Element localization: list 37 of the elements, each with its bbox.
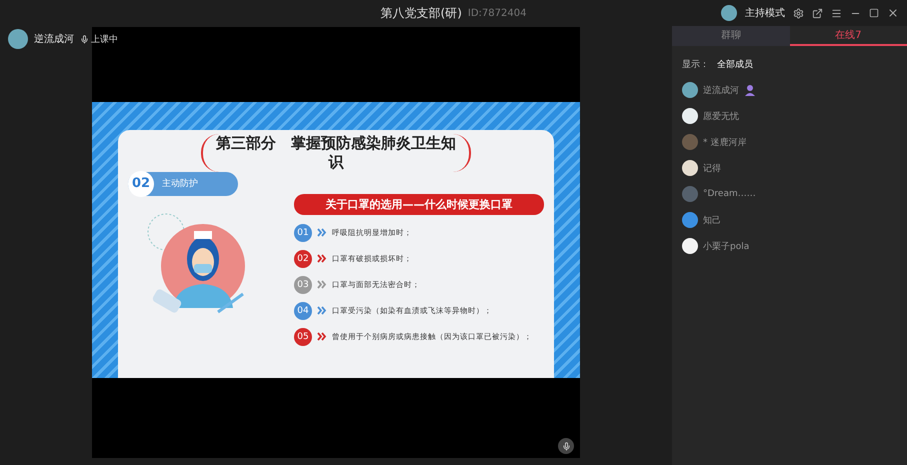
member-name[interactable]: * 迷鹿河岸 — [703, 136, 746, 148]
section-label: 主动防护 — [162, 178, 198, 190]
member-name[interactable]: 知己 — [703, 214, 721, 226]
window-title: 第八党支部(研) — [380, 4, 462, 22]
filter-label: 显示： — [682, 58, 709, 71]
slide-banner: 关于口罩的选用——什么时候更换口罩 — [294, 194, 544, 214]
presenter-avatar — [8, 29, 28, 49]
member-name[interactable]: 小栗子pola — [703, 240, 750, 252]
item-number: 02 — [294, 250, 312, 268]
external-link-icon[interactable] — [812, 8, 823, 18]
presenter-name: 逆流成河 — [34, 32, 74, 46]
room-id: ID:7872404 — [468, 8, 526, 18]
close-icon[interactable] — [887, 7, 899, 19]
member-name[interactable]: 逆流成河 — [703, 84, 739, 96]
item-number: 01 — [294, 224, 312, 242]
settings-icon[interactable] — [793, 8, 804, 18]
status-label: 上课中 — [91, 34, 118, 46]
double-chevron-icon — [317, 306, 327, 315]
item-number: 04 — [294, 302, 312, 320]
maximize-icon[interactable] — [869, 8, 879, 18]
double-chevron-icon — [317, 280, 327, 289]
double-chevron-icon — [317, 228, 327, 237]
mic-icon[interactable] — [558, 438, 574, 454]
double-chevron-icon — [317, 254, 327, 263]
member-name[interactable]: 记得 — [703, 162, 721, 174]
member-name[interactable]: 愿爱无忧 — [703, 110, 739, 122]
host-mode-label: 主持模式 — [745, 6, 785, 20]
section-number: 02 — [128, 170, 154, 196]
item-number: 03 — [294, 276, 312, 294]
member-name[interactable]: °Dream…… — [703, 189, 756, 199]
mic-icon — [80, 34, 89, 44]
item-number: 05 — [294, 328, 312, 346]
panel-tab[interactable]: 群聊 — [672, 26, 790, 46]
filter-value[interactable]: 全部成员 — [717, 58, 753, 71]
menu-icon[interactable] — [831, 8, 842, 18]
user-avatar[interactable] — [721, 5, 737, 21]
double-chevron-icon — [317, 332, 327, 341]
